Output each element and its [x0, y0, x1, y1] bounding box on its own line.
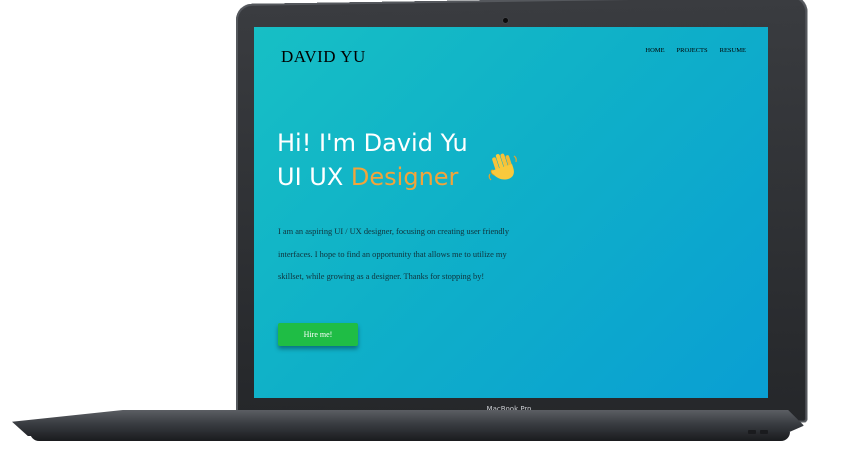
hire-me-button[interactable]: Hire me! [278, 323, 358, 346]
hero-line-1: Hi! I'm David Yu [277, 129, 468, 157]
site-logo[interactable]: DAVID YU [281, 47, 366, 67]
waving-hand-icon [486, 150, 520, 184]
intro-paragraph: I am an aspiring UI / UX designer, focus… [278, 221, 523, 289]
hero-heading: Hi! I'm David Yu UI UX Designer [277, 126, 468, 194]
nav-home[interactable]: HOME [645, 47, 664, 54]
hero-line-2-accent: Designer [351, 163, 459, 191]
hero-line-2-prefix: UI UX [277, 163, 351, 191]
website-screen: DAVID YU HOME PROJECTS RESUME Hi! I'm Da… [254, 27, 768, 398]
laptop-base-edge [30, 432, 790, 441]
usb-port-icon [760, 430, 768, 434]
nav-resume[interactable]: RESUME [720, 47, 746, 54]
usb-port-icon [748, 430, 756, 434]
top-nav: HOME PROJECTS RESUME [645, 47, 746, 54]
nav-projects[interactable]: PROJECTS [677, 47, 708, 54]
webcam-icon [503, 18, 508, 23]
